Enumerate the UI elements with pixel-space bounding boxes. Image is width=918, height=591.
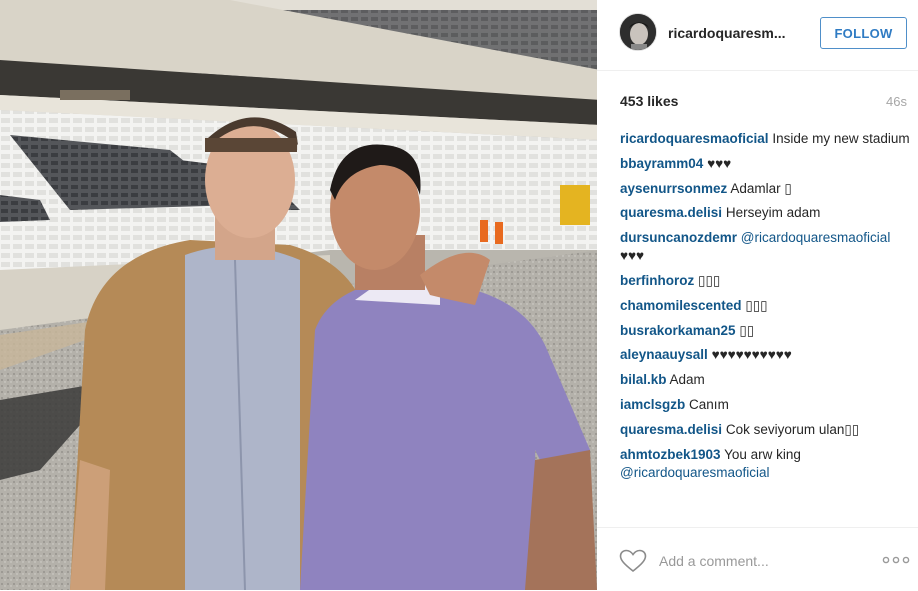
comment-text: ♥♥♥♥♥♥♥♥♥♥ xyxy=(711,347,792,363)
comment-username[interactable]: dursuncanozdemr xyxy=(620,230,737,245)
comment-item: busrakorkaman25 ▯▯ xyxy=(620,322,910,340)
comment-item: chamomilescented ▯▯▯ xyxy=(620,297,910,315)
instagram-post: ricardoquaresm... FOLLOW 453 likes 46s r… xyxy=(0,0,918,590)
comment-text: ▯▯▯ xyxy=(698,272,721,288)
comment-list: ricardoquaresmaoficial Inside my new sta… xyxy=(620,130,910,488)
comment-text: ♥♥♥ xyxy=(620,248,645,264)
comment-item: quaresma.delisi Herseyim adam xyxy=(620,204,910,222)
comment-item: aleynaauysall ♥♥♥♥♥♥♥♥♥♥ xyxy=(620,346,910,364)
comment-username[interactable]: bbayramm04 xyxy=(620,156,703,171)
comment-text: ▯▯ xyxy=(739,322,755,338)
post-sidebar: ricardoquaresm... FOLLOW 453 likes 46s r… xyxy=(597,0,918,590)
comment-text: ▯▯▯ xyxy=(745,297,768,313)
comment-bar: Add a comment... xyxy=(597,527,918,591)
comment-text: You arw king xyxy=(724,446,801,462)
comment-item: berfinhoroz ▯▯▯ xyxy=(620,272,910,290)
comment-username[interactable]: berfinhoroz xyxy=(620,273,694,288)
comment-mention[interactable]: @ricardoquaresmaoficial xyxy=(741,230,891,245)
comment-item: dursuncanozdemr @ricardoquaresmaoficial … xyxy=(620,229,910,265)
add-comment-input[interactable]: Add a comment... xyxy=(659,553,769,569)
comment-username[interactable]: aleynaauysall xyxy=(620,347,708,362)
comment-item: quaresma.delisi Cok seviyorum ulan▯▯ xyxy=(620,421,910,439)
stadium-selfie-image xyxy=(0,0,597,590)
comment-item: iamclsgzb Canım xyxy=(620,396,910,414)
comment-text: Herseyim adam xyxy=(725,205,821,221)
comment-item: bilal.kb Adam xyxy=(620,371,910,389)
comment-text: ♥♥♥ xyxy=(707,155,732,171)
comment-item: ricardoquaresmaoficial Inside my new sta… xyxy=(620,130,910,148)
comment-username[interactable]: quaresma.delisi xyxy=(620,205,722,220)
comment-username[interactable]: iamclsgzb xyxy=(620,397,685,412)
username-link[interactable]: ricardoquaresm... xyxy=(668,25,786,41)
comment-text: Adam xyxy=(669,372,705,388)
comment-username[interactable]: ahmtozbek1903 xyxy=(620,447,721,462)
comment-username[interactable]: chamomilescented xyxy=(620,298,742,313)
comment-username[interactable]: bilal.kb xyxy=(620,372,667,387)
comment-username[interactable]: aysenurrsonmez xyxy=(620,181,727,196)
comment-username[interactable]: busrakorkaman25 xyxy=(620,323,736,338)
comment-text: Adamlar ▯ xyxy=(730,180,792,196)
post-header: ricardoquaresm... FOLLOW xyxy=(597,0,918,71)
comment-item: aysenurrsonmez Adamlar ▯ xyxy=(620,180,910,198)
comment-username[interactable]: ricardoquaresmaoficial xyxy=(620,131,769,146)
heart-outline-icon[interactable] xyxy=(619,549,647,573)
ellipsis-icon[interactable] xyxy=(882,553,910,567)
timestamp[interactable]: 46s xyxy=(886,94,907,109)
follow-button[interactable]: FOLLOW xyxy=(820,17,907,49)
comment-mention[interactable]: @ricardoquaresmaoficial xyxy=(620,465,770,480)
comment-text: Canım xyxy=(689,396,729,412)
comment-text: Inside my new stadium xyxy=(772,131,910,146)
comment-item: bbayramm04 ♥♥♥ xyxy=(620,155,910,173)
avatar[interactable] xyxy=(619,13,657,51)
like-count[interactable]: 453 likes xyxy=(620,93,678,109)
comment-username[interactable]: quaresma.delisi xyxy=(620,422,722,437)
post-photo[interactable] xyxy=(0,0,597,590)
avatar-image xyxy=(620,14,656,50)
post-stats: 453 likes 46s xyxy=(620,93,907,111)
comment-item: ahmtozbek1903 You arw king @ricardoquare… xyxy=(620,446,910,482)
comment-text: Cok seviyorum ulan▯▯ xyxy=(725,421,860,437)
